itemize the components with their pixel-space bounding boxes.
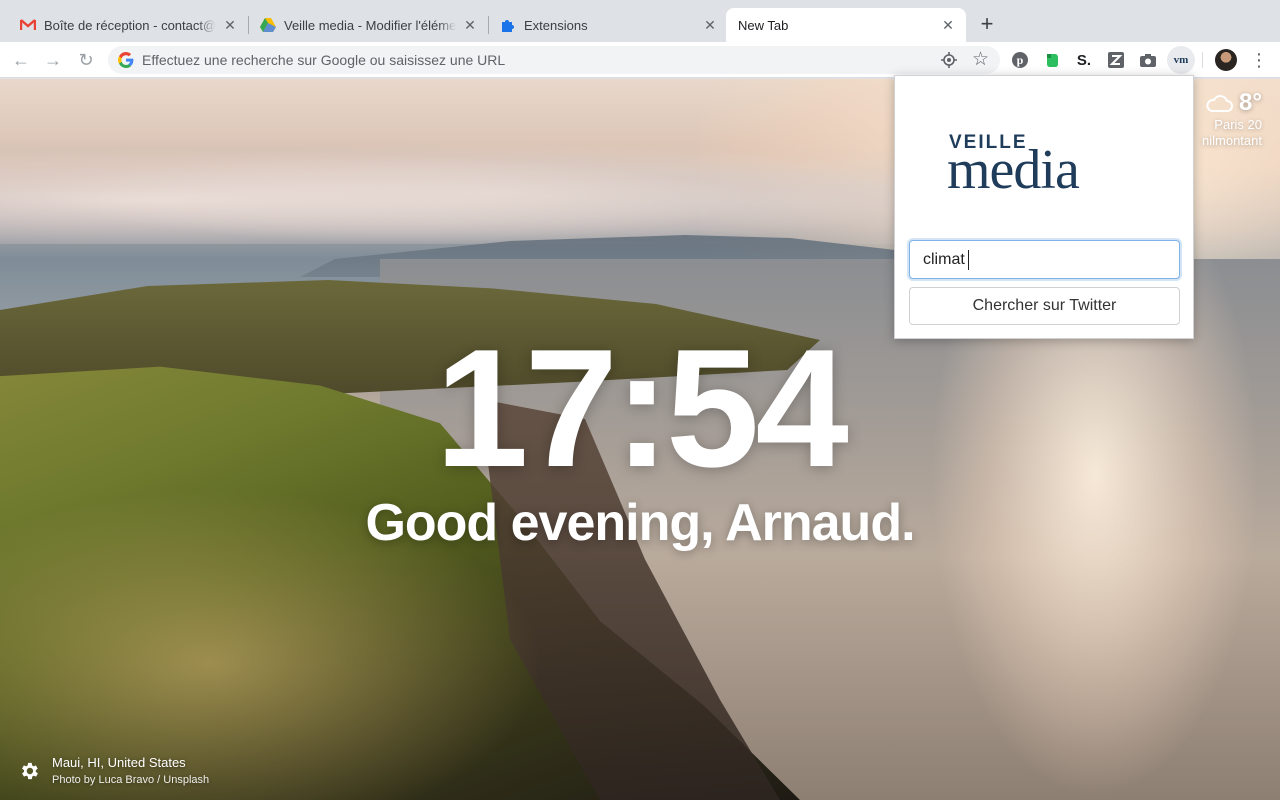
menu-kebab-icon[interactable]: ⋮ xyxy=(1250,48,1268,72)
photo-location[interactable]: Maui, HI, United States xyxy=(52,754,209,772)
tab-strip: Boîte de réception - contact@a ✕ Veille … xyxy=(0,0,1280,42)
location-icon[interactable] xyxy=(940,51,958,69)
weather-temp: 8° xyxy=(1239,89,1262,116)
search-twitter-button[interactable]: Chercher sur Twitter xyxy=(909,287,1180,325)
weather-city: Paris 20 xyxy=(1214,117,1262,132)
tab-title: Boîte de réception - contact@a xyxy=(44,17,216,33)
reload-button[interactable]: ↻ xyxy=(74,48,98,72)
tab-extensions[interactable]: Extensions ✕ xyxy=(488,8,728,42)
tab-new-tab[interactable]: New Tab ✕ xyxy=(726,8,966,42)
svg-text:p: p xyxy=(1017,53,1024,67)
browser-toolbar: ← → ↻ Effectuez une recherche sur Google… xyxy=(0,42,1280,78)
photo-credit[interactable]: Photo by Luca Bravo / Unsplash xyxy=(52,772,209,788)
photo-info: Maui, HI, United States Photo by Luca Br… xyxy=(18,754,209,788)
google-icon xyxy=(118,52,134,68)
pinterest-icon[interactable]: p xyxy=(1010,50,1030,70)
background-clouds xyxy=(0,134,920,244)
weather-temp-row: 8° xyxy=(1202,89,1262,117)
evernote-icon[interactable] xyxy=(1042,50,1062,70)
logo-bottom-text: media xyxy=(947,139,1080,201)
close-tab-icon[interactable]: ✕ xyxy=(462,17,478,33)
greeting[interactable]: Good evening, Arnaud. xyxy=(0,491,1280,555)
vm-icon[interactable]: vm xyxy=(1167,46,1195,74)
toolbar-separator xyxy=(1202,52,1203,68)
tab-title: Veille media - Modifier l'élémen xyxy=(284,17,456,33)
back-button[interactable]: ← xyxy=(9,48,33,72)
omnibox[interactable]: Effectuez une recherche sur Google ou sa… xyxy=(108,46,1000,74)
tab-veille-media[interactable]: Veille media - Modifier l'élémen ✕ xyxy=(248,8,488,42)
search-input[interactable] xyxy=(909,240,1180,279)
gmail-icon xyxy=(20,17,36,33)
puzzle-icon xyxy=(500,17,516,33)
clock[interactable]: 17:54 xyxy=(0,323,1280,493)
weather-district: nilmontant xyxy=(1202,133,1262,148)
weather-widget[interactable]: 8° Paris 20 nilmontant xyxy=(1202,89,1262,149)
drive-icon xyxy=(260,17,276,33)
tab-title: New Tab xyxy=(738,17,934,33)
forward-button[interactable]: → xyxy=(41,48,65,72)
extension-popup: VEILLE media Chercher sur Twitter xyxy=(894,75,1194,339)
z-icon[interactable] xyxy=(1106,50,1126,70)
cloud-icon xyxy=(1206,95,1233,112)
close-tab-icon[interactable]: ✕ xyxy=(222,17,238,33)
close-tab-icon[interactable]: ✕ xyxy=(702,17,718,33)
profile-avatar[interactable] xyxy=(1215,49,1237,71)
gear-icon[interactable] xyxy=(18,760,40,782)
text-caret xyxy=(968,250,969,270)
close-tab-icon[interactable]: ✕ xyxy=(940,17,956,33)
omnibox-placeholder: Effectuez une recherche sur Google ou sa… xyxy=(142,52,506,68)
tab-gmail[interactable]: Boîte de réception - contact@a ✕ xyxy=(8,8,248,42)
s-icon[interactable]: S. xyxy=(1074,50,1094,70)
tab-title: Extensions xyxy=(524,17,696,33)
new-tab-button[interactable]: + xyxy=(975,13,999,37)
veille-media-logo: VEILLE media xyxy=(947,132,1143,198)
camera-icon[interactable] xyxy=(1138,50,1158,70)
bookmark-star-icon[interactable]: ☆ xyxy=(972,48,989,71)
